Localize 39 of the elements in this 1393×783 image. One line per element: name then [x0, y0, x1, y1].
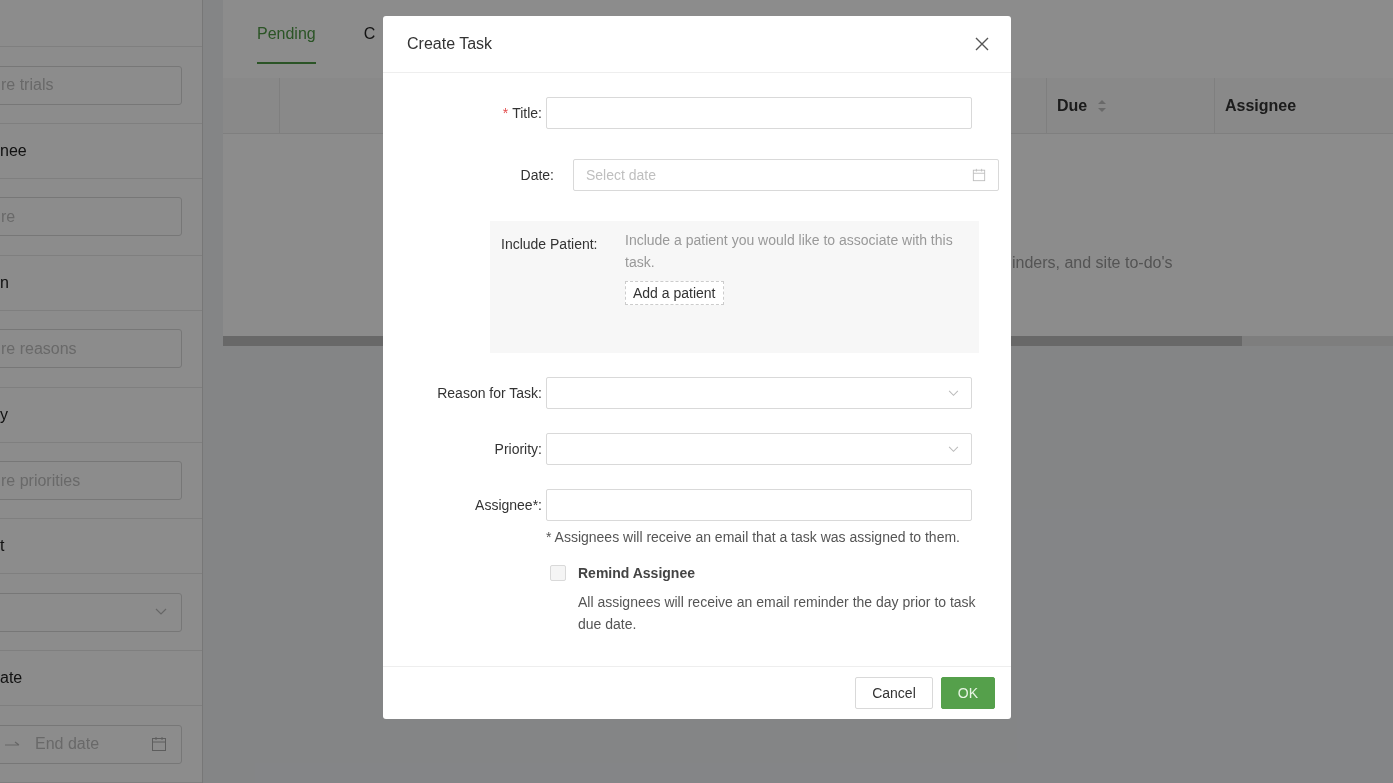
patient-help-text: Include a patient you would like to associate with this task.	[625, 231, 954, 272]
filter-heading: ate	[0, 669, 23, 688]
ok-button[interactable]: OK	[940, 677, 995, 709]
chevron-down-icon	[948, 389, 959, 397]
date-placeholder: Select date	[586, 167, 657, 183]
filter-heading: n	[0, 273, 9, 292]
select-field[interactable]	[546, 377, 972, 409]
arrow-right-icon	[5, 740, 21, 749]
text-field[interactable]	[546, 489, 972, 521]
select-field[interactable]	[546, 433, 972, 465]
tab[interactable]: C	[363, 0, 376, 64]
checkbox-label[interactable]: Remind Assignee	[578, 565, 695, 581]
filter-select[interactable]	[0, 592, 182, 632]
chevron-down-icon	[155, 608, 167, 617]
remind-description: All assignees will receive an email reminder the day prior to task due date.	[578, 593, 977, 634]
field-label: Date:	[520, 167, 554, 183]
filter-heading: nee	[0, 142, 27, 160]
assignee-note: * Assignees will receive an email that a task was assigned to them.	[546, 529, 961, 545]
column-header: Assignee	[1225, 96, 1297, 115]
empty-message: inders, and site to-do's	[1012, 254, 1173, 272]
close-icon[interactable]	[975, 37, 989, 51]
cancel-button[interactable]: Cancel	[855, 677, 933, 709]
calendar-icon	[972, 168, 986, 182]
field-label: Assignee*:	[475, 497, 542, 513]
remind-checkbox[interactable]	[550, 565, 566, 581]
calendar-icon	[151, 736, 167, 753]
dialog-title: Create Task	[407, 35, 493, 53]
add-patient-button[interactable]: Add a patient	[625, 281, 724, 305]
field-label: Reason for Task:	[437, 385, 542, 401]
required-mark: *	[502, 105, 509, 121]
sort-icon[interactable]	[1097, 97, 1108, 114]
text-field[interactable]	[546, 97, 972, 129]
filter-heading: y	[0, 405, 8, 424]
filter-heading: t	[0, 537, 5, 556]
column-header: Due	[1057, 96, 1088, 115]
field-label: Title:	[512, 105, 542, 121]
field-label: Priority:	[494, 441, 542, 457]
chevron-down-icon	[948, 445, 959, 453]
field-label: Include Patient:	[501, 236, 599, 254]
